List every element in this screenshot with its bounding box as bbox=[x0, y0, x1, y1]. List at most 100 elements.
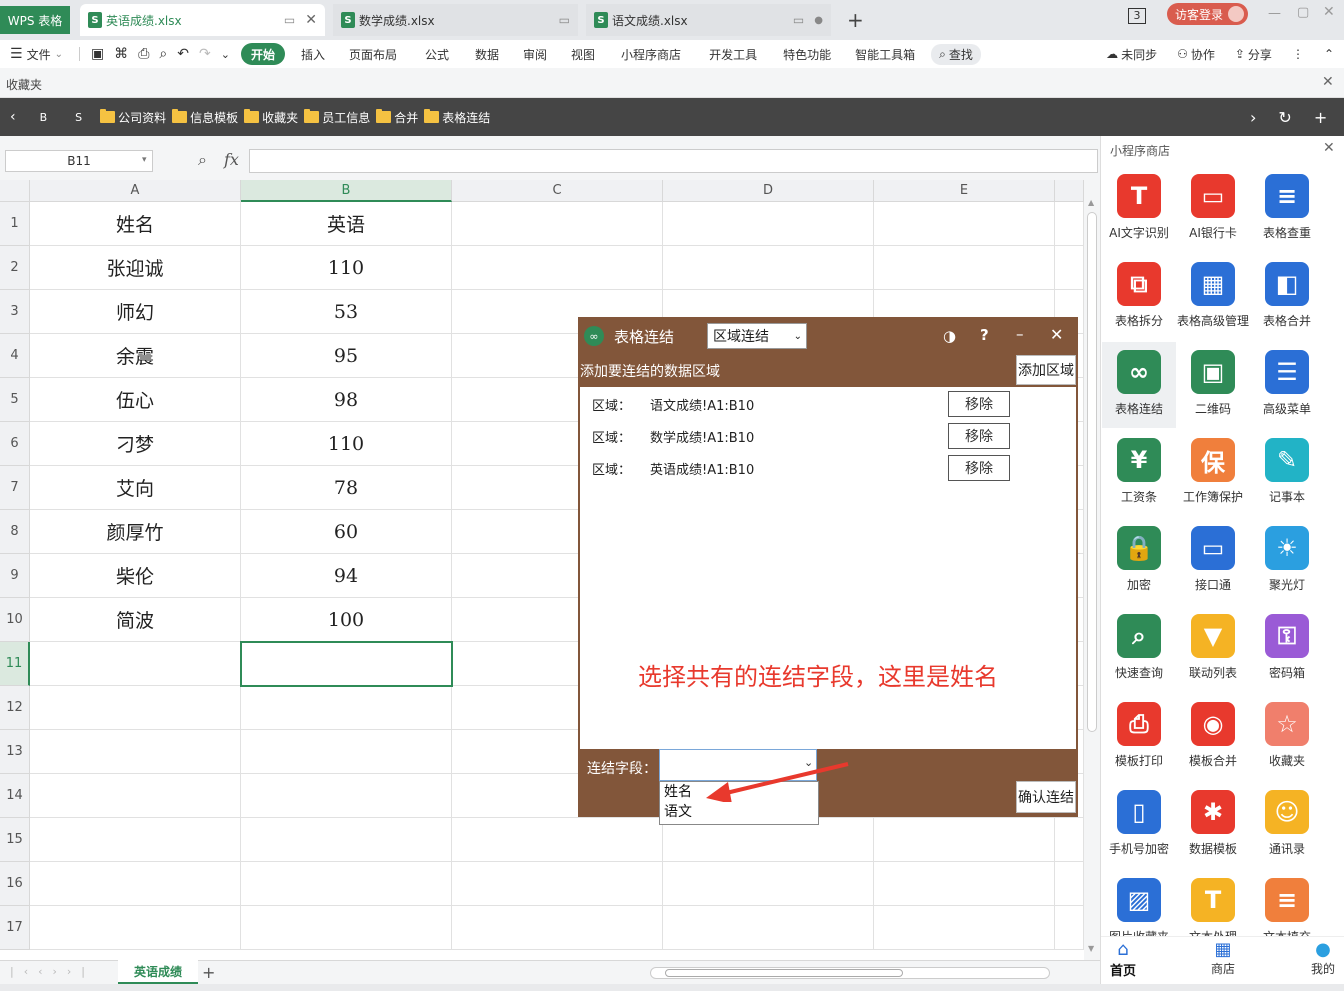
close-icon[interactable]: ✕ bbox=[305, 12, 317, 28]
app-item[interactable]: ▣ 二维码 bbox=[1176, 342, 1250, 428]
table-cell[interactable] bbox=[874, 246, 1055, 290]
app-item[interactable]: ☺ 通讯录 bbox=[1250, 782, 1324, 868]
table-cell[interactable] bbox=[30, 862, 241, 906]
table-cell[interactable]: 简波 bbox=[30, 598, 241, 642]
table-cell[interactable] bbox=[1055, 202, 1084, 246]
table-cell[interactable]: 110 bbox=[241, 422, 452, 466]
table-cell[interactable] bbox=[30, 818, 241, 862]
scroll-down-icon[interactable]: ▼ bbox=[1088, 944, 1094, 953]
row-header[interactable]: 4 bbox=[0, 334, 30, 378]
table-cell[interactable]: 姓名 bbox=[30, 202, 241, 246]
zoom-icon[interactable]: ⌕ bbox=[198, 150, 207, 170]
nav-mine[interactable]: ● 我的 bbox=[1305, 939, 1341, 977]
window-icon[interactable]: ▭ bbox=[793, 13, 804, 27]
mode-select[interactable]: 区域连结 ⌄ bbox=[707, 323, 807, 349]
chevron-down-icon[interactable]: ⌄ bbox=[216, 48, 235, 61]
add-region-button[interactable]: 添加区域 bbox=[1016, 355, 1076, 385]
table-cell[interactable]: 艾向 bbox=[30, 466, 241, 510]
app-item[interactable]: ✱ 数据模板 bbox=[1176, 782, 1250, 868]
row-header[interactable]: 10 bbox=[0, 598, 30, 642]
row-header[interactable]: 12 bbox=[0, 686, 30, 730]
close-icon[interactable]: ✕ bbox=[1323, 140, 1335, 156]
table-cell[interactable] bbox=[452, 202, 663, 246]
print-preview-icon[interactable]: ⌕ bbox=[154, 46, 172, 62]
close-icon[interactable]: ✕ bbox=[1322, 74, 1334, 90]
row-header[interactable]: 6 bbox=[0, 422, 30, 466]
dropdown-option[interactable]: 语文 bbox=[660, 802, 818, 822]
table-cell[interactable] bbox=[452, 246, 663, 290]
row-header[interactable]: 8 bbox=[0, 510, 30, 554]
minimize-icon[interactable]: — bbox=[1268, 6, 1281, 21]
table-cell[interactable]: 刁梦 bbox=[30, 422, 241, 466]
table-cell[interactable] bbox=[1055, 906, 1084, 950]
tab-start[interactable]: 开始 bbox=[240, 43, 285, 65]
maximize-icon[interactable]: ▢ bbox=[1297, 5, 1309, 20]
app-item[interactable]: ☀ 聚光灯 bbox=[1250, 518, 1324, 604]
app-item[interactable]: ▯ 手机号加密 bbox=[1102, 782, 1176, 868]
app-item[interactable]: ✎ 记事本 bbox=[1250, 430, 1324, 516]
tab-math-scores[interactable]: S 数学成绩.xlsx ▭ bbox=[333, 4, 578, 36]
add-icon[interactable]: + bbox=[1314, 108, 1327, 127]
table-cell[interactable] bbox=[30, 686, 241, 730]
row-header[interactable]: 11 bbox=[0, 642, 30, 686]
add-sheet-button[interactable]: + bbox=[202, 963, 215, 982]
name-box[interactable]: B11 bbox=[5, 150, 153, 172]
bookmark-folder[interactable]: 公司资料 bbox=[100, 109, 166, 126]
menu-item[interactable]: 视图 bbox=[559, 40, 607, 68]
table-cell[interactable] bbox=[30, 730, 241, 774]
print-icon[interactable]: ⎙ bbox=[133, 46, 154, 62]
column-header-c[interactable]: C bbox=[452, 180, 663, 202]
table-cell[interactable]: 张迎诚 bbox=[30, 246, 241, 290]
row-header[interactable]: 7 bbox=[0, 466, 30, 510]
contrast-icon[interactable]: ◑ bbox=[943, 327, 956, 345]
window-icon[interactable]: ▭ bbox=[284, 13, 295, 27]
wps-logo[interactable]: WPS 表格 bbox=[0, 6, 70, 34]
app-item[interactable]: ☆ 收藏夹 bbox=[1250, 694, 1324, 780]
menu-item[interactable]: 智能工具箱 bbox=[843, 40, 927, 68]
refresh-icon[interactable]: ↻ bbox=[1278, 108, 1291, 127]
row-header[interactable]: 3 bbox=[0, 290, 30, 334]
sheet-nav-icons[interactable]: |‹‹››| bbox=[10, 965, 95, 978]
table-cell[interactable]: 柴伦 bbox=[30, 554, 241, 598]
scroll-thumb[interactable] bbox=[1087, 212, 1097, 732]
window-count-badge[interactable]: 3 bbox=[1128, 8, 1146, 24]
horizontal-scrollbar[interactable] bbox=[650, 967, 1050, 979]
bookmark-folder[interactable]: 员工信息 bbox=[304, 109, 370, 126]
menu-item[interactable]: 开发工具 bbox=[695, 40, 771, 68]
app-item[interactable]: ▭ AI银行卡 bbox=[1176, 166, 1250, 252]
menu-item[interactable]: 小程序商店 bbox=[607, 40, 695, 68]
table-cell[interactable]: 78 bbox=[241, 466, 452, 510]
app-item[interactable]: ⌕ 快速查询 bbox=[1102, 606, 1176, 692]
menu-item[interactable]: 插入 bbox=[291, 40, 335, 68]
column-header-f[interactable] bbox=[1055, 180, 1084, 202]
table-cell[interactable] bbox=[452, 906, 663, 950]
app-item[interactable]: ▦ 表格高级管理 bbox=[1176, 254, 1250, 340]
confirm-link-button[interactable]: 确认连结 bbox=[1016, 781, 1076, 813]
table-cell[interactable] bbox=[241, 862, 452, 906]
table-cell[interactable] bbox=[241, 906, 452, 950]
table-cell[interactable] bbox=[241, 818, 452, 862]
table-cell[interactable] bbox=[241, 774, 452, 818]
vertical-scrollbar[interactable]: ▲ ▼ bbox=[1084, 180, 1100, 960]
undo-icon[interactable]: ↶ bbox=[172, 46, 194, 62]
app-item[interactable]: ☰ 高级菜单 bbox=[1250, 342, 1324, 428]
remove-button[interactable]: 移除 bbox=[948, 391, 1010, 417]
row-header[interactable]: 5 bbox=[0, 378, 30, 422]
table-cell[interactable] bbox=[1055, 246, 1084, 290]
row-header[interactable]: 9 bbox=[0, 554, 30, 598]
app-item[interactable]: ¥ 工资条 bbox=[1102, 430, 1176, 516]
file-menu[interactable]: ☰ 文件 ⌄ bbox=[0, 40, 73, 68]
table-cell[interactable]: 英语 bbox=[241, 202, 452, 246]
menu-item[interactable]: 审阅 bbox=[511, 40, 559, 68]
login-button[interactable]: 访客登录 bbox=[1167, 3, 1249, 25]
table-cell[interactable]: 师幻 bbox=[30, 290, 241, 334]
scroll-thumb[interactable] bbox=[665, 969, 903, 977]
share-button[interactable]: ⇪ 分享 bbox=[1225, 40, 1282, 68]
app-item[interactable]: T AI文字识别 bbox=[1102, 166, 1176, 252]
column-header-a[interactable]: A bbox=[30, 180, 241, 202]
bookmark-folder[interactable]: 表格连结 bbox=[424, 109, 490, 126]
column-header-b[interactable]: B bbox=[241, 180, 452, 202]
table-cell[interactable]: 98 bbox=[241, 378, 452, 422]
row-header[interactable]: 16 bbox=[0, 862, 30, 906]
table-cell[interactable] bbox=[1055, 818, 1084, 862]
